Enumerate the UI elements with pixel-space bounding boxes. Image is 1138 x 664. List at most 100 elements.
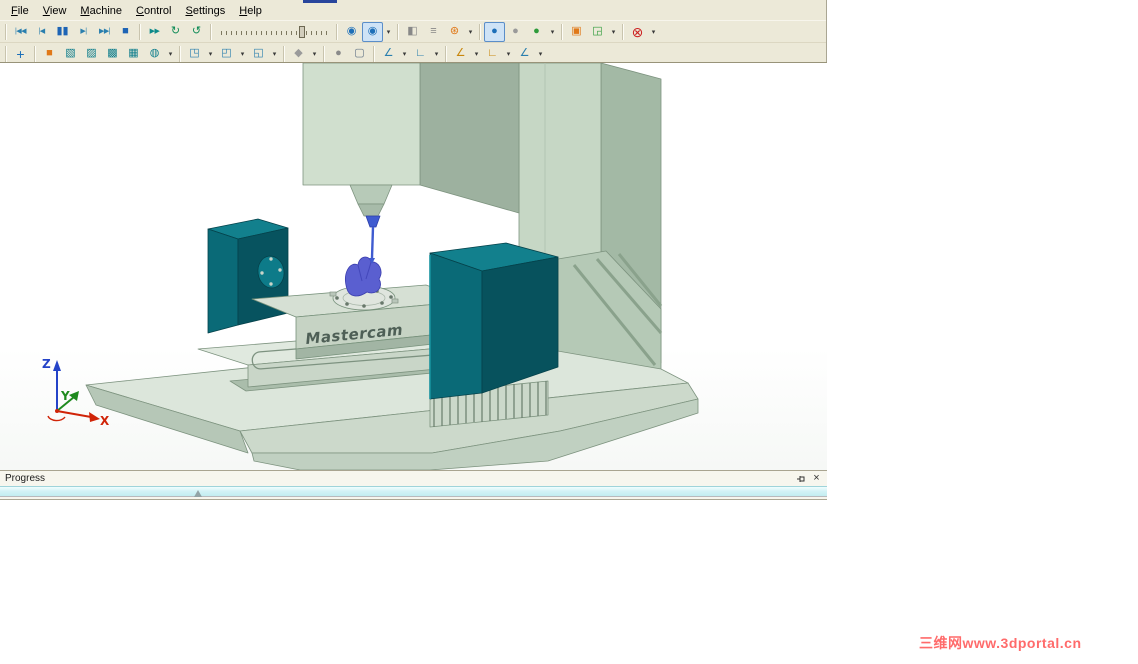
world-view-button[interactable]: ● [526, 22, 547, 42]
simulation-viewport[interactable]: Mastercam Z Y X [0, 62, 827, 470]
loop-back-button[interactable]: ↺ [186, 22, 207, 42]
toolbar-button-icon: ◉ [367, 25, 378, 37]
axis-z-label: Z [42, 357, 51, 371]
measure-angle-button[interactable]: ∠ [378, 44, 399, 64]
toolbar-button-icon: ∠ [383, 47, 394, 59]
machine-3d-view[interactable]: Mastercam Z Y X [0, 63, 827, 470]
zoom-dropdown[interactable]: ▾ [608, 22, 619, 42]
toolbar-button-icon: ◳ [189, 47, 200, 59]
stock-cube-button[interactable]: ■ [39, 44, 60, 64]
spindle-tool [349, 184, 393, 264]
collision-check-button[interactable]: ◆ [288, 44, 309, 64]
report-button[interactable]: ≡ [423, 22, 444, 42]
focus-separator [176, 44, 184, 64]
measure-angle-dropdown[interactable]: ▾ [399, 44, 410, 64]
toolbar-button-icon: |◀◀ [14, 28, 27, 35]
axis-c-angle-button[interactable]: ∠ [514, 44, 535, 64]
menu-settings[interactable]: Settings [178, 4, 232, 19]
views-dropdown[interactable]: ▾ [165, 44, 176, 64]
machine-focus-dropdown[interactable]: ▾ [269, 44, 280, 64]
follow-tool-button[interactable]: ◳ [184, 44, 205, 64]
toolbar-button-icon: ▾ [651, 28, 656, 36]
toolbar-button-icon: ◆ [294, 47, 303, 59]
iso-view-cube-button[interactable]: ▧ [60, 44, 81, 64]
toolbar-button-icon: ▣ [571, 25, 582, 37]
go-to-start-button[interactable]: |◀◀ [10, 22, 31, 42]
toolbar-button-icon: ● [335, 47, 342, 59]
progress-pane-title: Progress [5, 473, 46, 484]
speed-slider[interactable] [218, 22, 330, 42]
toolbar-button-icon: ▾ [272, 50, 277, 58]
workpiece-focus-button[interactable]: ◰ [216, 44, 237, 64]
go-to-end-button[interactable]: ▶▶| [94, 22, 115, 42]
toolbar-button-icon: ▶| [80, 28, 87, 35]
toolbar-button-icon: ◲ [592, 25, 603, 37]
menu-help[interactable]: Help [232, 4, 269, 19]
machine-visibility-button[interactable]: ● [484, 21, 505, 42]
close-icon: × [813, 472, 820, 484]
toolbar-button-icon: ∟ [487, 47, 498, 59]
close-simulation-button[interactable]: ⊗ [627, 22, 648, 42]
turn-view-button[interactable]: ◍ [144, 44, 165, 64]
toolbar2-grip [2, 44, 10, 64]
close-separator [619, 22, 627, 42]
right-view-cube-button[interactable]: ▩ [102, 44, 123, 64]
progress-pane-header: Progress × [0, 471, 827, 486]
playback-separator [136, 22, 144, 42]
collision-dropdown[interactable]: ▾ [309, 44, 320, 64]
progress-marker[interactable] [194, 490, 203, 497]
top-view-cube-button[interactable]: ▦ [123, 44, 144, 64]
menu-file[interactable]: File [4, 4, 36, 19]
front-view-cube-button[interactable]: ▨ [81, 44, 102, 64]
follow-tool-dropdown[interactable]: ▾ [205, 44, 216, 64]
axis-a-dropdown[interactable]: ▾ [471, 44, 482, 64]
measure-corner-button[interactable]: ∟ [410, 44, 431, 64]
axis-c-dropdown[interactable]: ▾ [535, 44, 546, 64]
toolbar-button-icon: ⊗ [631, 23, 644, 40]
stop-button[interactable]: ■ [115, 22, 136, 42]
axis-b-dropdown[interactable]: ▾ [503, 44, 514, 64]
sphere-display-button[interactable]: ● [328, 44, 349, 64]
step-forward-button[interactable]: ▶| [73, 22, 94, 42]
pin-pane-button[interactable] [794, 473, 807, 485]
toolbar-button-icon: ▶▶| [98, 28, 111, 35]
mode-separator [333, 22, 341, 42]
axis-a-angle-button[interactable]: ∠ [450, 44, 471, 64]
close-dropdown[interactable]: ▾ [648, 22, 659, 42]
toolbar-button-icon: ▧ [65, 47, 76, 59]
section-view-button[interactable]: ◧ [402, 22, 423, 42]
options-gears-button[interactable]: ⊛ [444, 22, 465, 42]
menu-machine[interactable]: Machine [73, 4, 129, 19]
machine-focus-button[interactable]: ◱ [248, 44, 269, 64]
pause-button[interactable]: ▮▮ [52, 22, 73, 42]
play-button[interactable]: ▶▶ [144, 22, 165, 42]
tools-separator [394, 22, 402, 42]
fit-screen-button[interactable]: ▣ [566, 22, 587, 42]
box-display-button[interactable]: ▢ [349, 44, 370, 64]
options-dropdown[interactable]: ▾ [465, 22, 476, 42]
fixture-visibility-button[interactable]: ● [505, 22, 526, 42]
step-back-button[interactable]: |◀ [31, 22, 52, 42]
axis-b-angle-button[interactable]: ∟ [482, 44, 503, 64]
visibility-dropdown[interactable]: ▾ [547, 22, 558, 42]
sim-mode-dropdown[interactable]: ▾ [383, 22, 394, 42]
toolbar-button-icon: ■ [122, 25, 129, 37]
toolbar-button-icon: ● [491, 25, 498, 37]
measure-separator [370, 44, 378, 64]
menu-control[interactable]: Control [129, 4, 178, 19]
playback-toolbar: |◀◀ |◀ ▮▮ ▶| ▶▶| ■ ▶▶ ↻ ↺ ◉ ◉ ▾ ◧ ≡ ⊛ ▾ … [0, 20, 826, 42]
machine-sim-toggle-button[interactable]: ◉ [362, 21, 383, 42]
menu-bar: File View Machine Control Settings Help [0, 0, 826, 20]
loop-forward-button[interactable]: ↻ [165, 22, 186, 42]
close-pane-button[interactable]: × [810, 473, 823, 485]
zoom-extents-button[interactable]: ◲ [587, 22, 608, 42]
toolbar-button-icon: ▾ [168, 50, 173, 58]
view-toolbar: + ■ ▧ ▨ ▩ ▦ ◍ ▾ ◳ ▾ ◰ ▾ ◱ ▾ ◆ ▾ ● ▢ ∠ ▾ … [0, 42, 826, 64]
toolbar-button-icon: ▾ [474, 50, 479, 58]
material-removal-toggle-button[interactable]: ◉ [341, 22, 362, 42]
toolbar-button-icon: ● [512, 25, 519, 37]
menu-view[interactable]: View [36, 4, 74, 19]
measure-corner-dropdown[interactable]: ▾ [431, 44, 442, 64]
jog-axes-button[interactable]: + [10, 44, 31, 64]
workpiece-focus-dropdown[interactable]: ▾ [237, 44, 248, 64]
